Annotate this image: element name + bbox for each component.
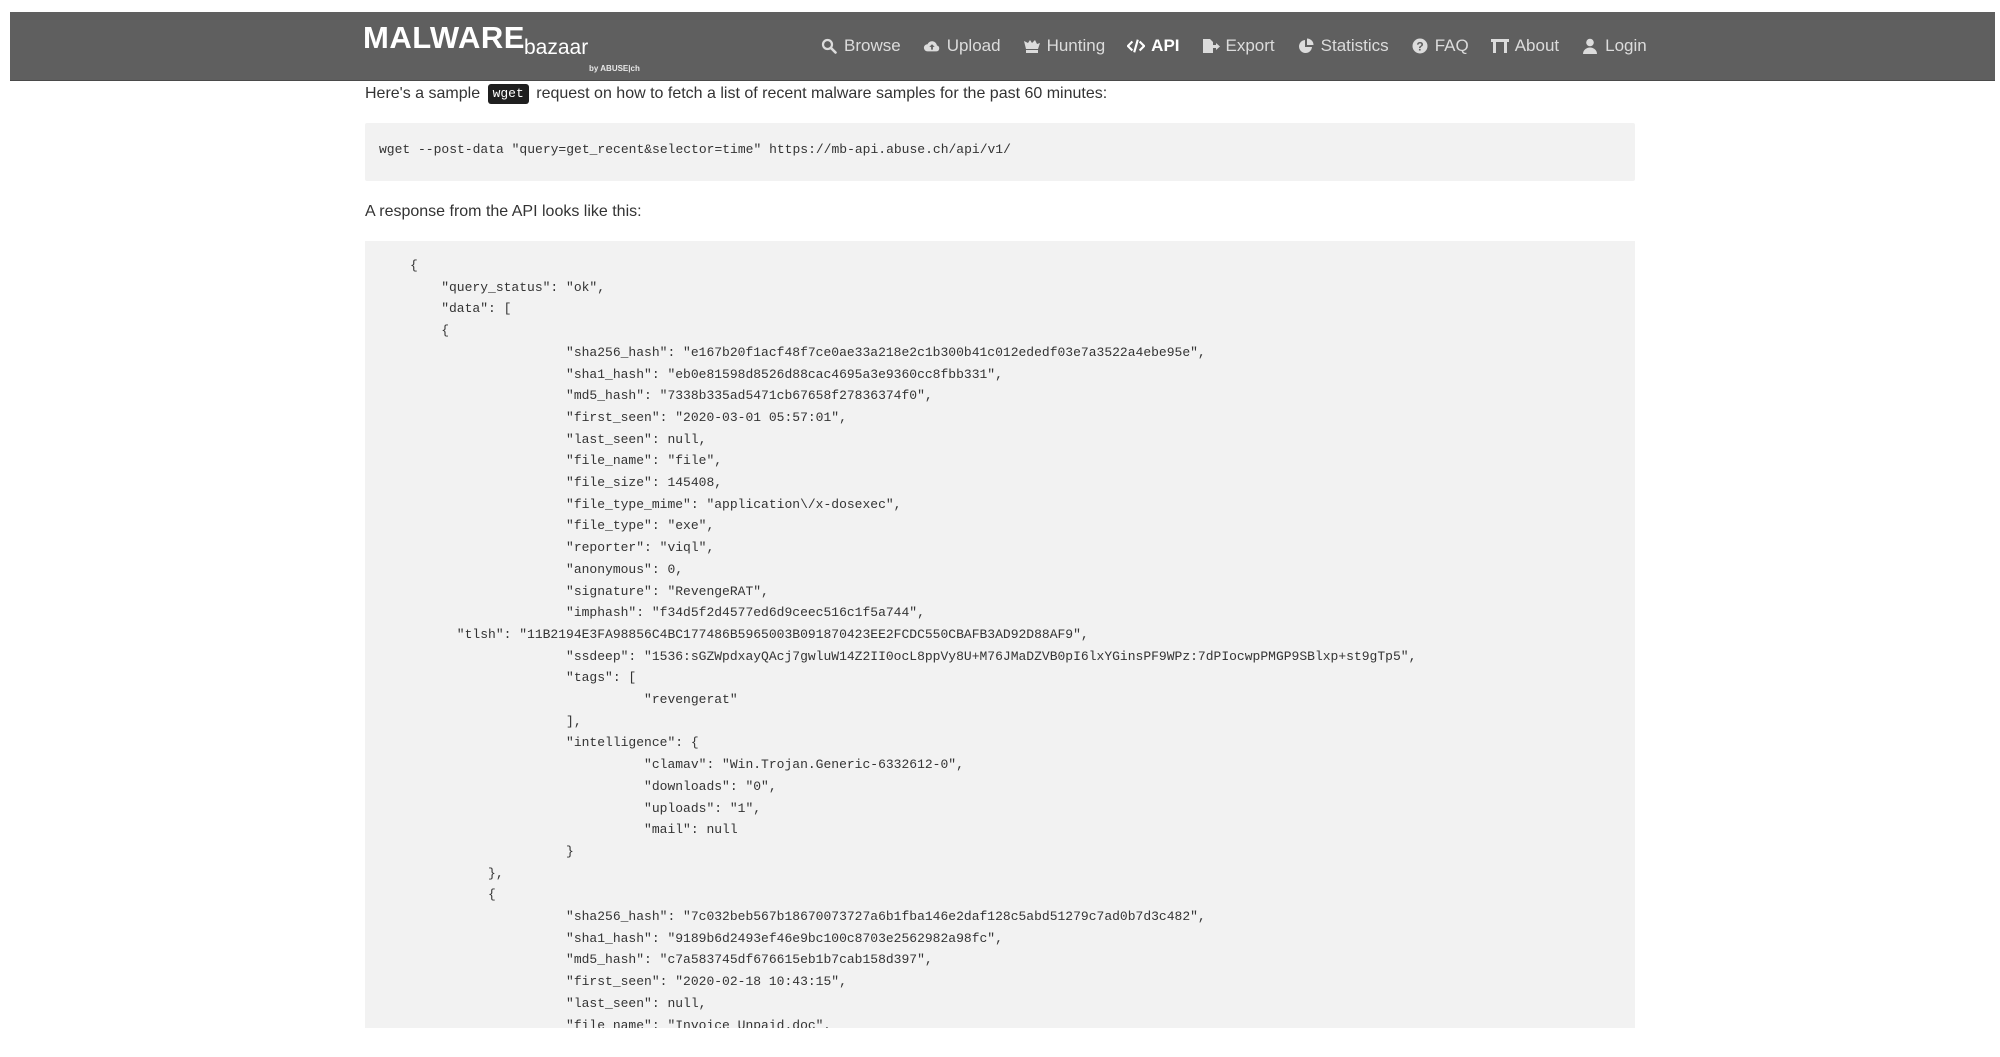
nav-label: About	[1514, 36, 1560, 55]
response-label: A response from the API looks like this:	[365, 203, 642, 220]
nav-item-statistics[interactable]: Statistics	[1297, 36, 1389, 56]
json-code-line: "downloads": "0",	[410, 778, 777, 794]
json-code-line: "signature": "RevengeRAT",	[410, 583, 769, 599]
json-response-code-block[interactable]: { "query_status": "ok", "data": [ { "sha…	[365, 241, 1635, 1028]
top-navbar: MALWARE bazaar by ABUSE|ch Browse Upload	[10, 12, 1995, 81]
json-code-line: ],	[410, 713, 582, 729]
json-code-line: "intelligence": {	[410, 735, 699, 751]
json-code-line: "file_type": "exe",	[410, 518, 715, 534]
json-code-line: }	[410, 843, 574, 859]
json-code-line: "sha1_hash": "9189b6d2493ef46e9bc100c870…	[410, 930, 1003, 946]
json-code-line: "file_size": 145408,	[410, 475, 723, 490]
nav-item-browse[interactable]: Browse	[820, 36, 901, 56]
nav-item-export[interactable]: Export	[1202, 36, 1275, 56]
nav-item-upload[interactable]: Upload	[923, 36, 1001, 56]
nav-item-login[interactable]: Login	[1581, 36, 1647, 56]
building-icon	[1490, 37, 1509, 55]
user-icon	[1581, 37, 1599, 55]
nav-item-faq[interactable]: ? FAQ	[1411, 36, 1469, 56]
brand-sub-text: bazaar	[524, 36, 589, 59]
json-code-line: {	[410, 258, 418, 273]
json-code-line: "revengerat"	[410, 692, 738, 707]
pie-chart-icon	[1297, 37, 1315, 55]
json-code-line: "data": [	[410, 301, 512, 317]
json-code-line: "sha256_hash": "7c032beb567b18670073727a…	[410, 909, 1206, 924]
question-circle-icon: ?	[1411, 37, 1429, 55]
json-code-line: "md5_hash": "7338b335ad5471cb67658f27836…	[410, 388, 933, 404]
hunting-icon	[1023, 37, 1041, 55]
json-code-line: "last_seen": null,	[410, 995, 707, 1011]
nav-label: API	[1151, 36, 1180, 55]
nav-label: Hunting	[1046, 36, 1106, 55]
nav-label: Statistics	[1320, 36, 1389, 55]
json-code-line: "last_seen": null,	[410, 431, 707, 447]
json-code-line: "file_name": "file",	[410, 453, 723, 469]
intro-prefix-text: Here's a sample	[365, 85, 481, 102]
nav-item-api[interactable]: API	[1127, 36, 1180, 56]
json-code-line: "tags": [	[410, 670, 637, 686]
intro-suffix-text: request on how to fetch a list of recent…	[536, 85, 1108, 102]
nav-label: Login	[1605, 36, 1647, 55]
command-text: wget --post-data "query=get_recent&selec…	[379, 142, 1011, 157]
json-code-line: "first_seen": "2020-03-01 05:57:01",	[410, 409, 847, 425]
json-code-line: "ssdeep": "1536:sGZWpdxayQAcj7gwluW14Z2I…	[410, 648, 1417, 664]
json-code-line: "clamav": "Win.Trojan.Generic-6332612-0"…	[410, 757, 964, 773]
json-code-line: "tlsh": "11B2194E3FA98856C4BC177486B5965…	[410, 626, 1089, 642]
json-code-line: "file_name": "Invoice_Unpaid.doc",	[410, 1017, 832, 1029]
cloud-upload-icon	[923, 37, 941, 55]
json-code-line: "query_status": "ok",	[410, 279, 606, 295]
intro-paragraph: Here's a sample wget request on how to f…	[365, 82, 1107, 106]
search-icon	[820, 37, 838, 55]
nav-label: Browse	[844, 36, 901, 55]
json-code-line: "sha1_hash": "eb0e81598d8526d88cac4695a3…	[410, 366, 1003, 382]
file-export-icon	[1202, 37, 1220, 55]
json-code-line: "reporter": "viql",	[410, 540, 715, 556]
brand-main-text: MALWARE	[363, 20, 525, 55]
json-code-line: "anonymous": 0,	[410, 561, 684, 577]
code-icon	[1127, 37, 1146, 55]
json-code-line: },	[410, 865, 504, 881]
json-code-line: {	[410, 887, 496, 903]
nav-label: Upload	[946, 36, 1001, 55]
json-code-line: "md5_hash": "c7a583745df676615eb1b7cab15…	[410, 952, 933, 968]
json-code-line: "uploads": "1",	[410, 800, 762, 816]
json-code-line: {	[410, 323, 450, 339]
nav-item-about[interactable]: About	[1490, 36, 1560, 56]
inline-code-wget: wget	[487, 84, 529, 104]
page: MALWARE bazaar by ABUSE|ch Browse Upload	[0, 0, 2000, 1057]
json-code-line: "file_type_mime": "application\/x-dosexe…	[410, 496, 902, 512]
nav-item-hunting[interactable]: Hunting	[1023, 36, 1106, 56]
json-code-line: "mail": null	[410, 822, 738, 838]
json-code-line: "imphash": "f34d5f2d4577ed6d9ceec516c1f5…	[410, 605, 925, 621]
json-code-line: "sha256_hash": "e167b20f1acf48f7ce0ae33a…	[410, 344, 1206, 360]
main-nav: Browse Upload Hunting API Export Statist…	[820, 12, 1647, 80]
nav-label: Export	[1225, 36, 1275, 55]
json-code-line: "first_seen": "2020-02-18 10:43:15",	[410, 974, 847, 990]
nav-label: FAQ	[1434, 36, 1469, 55]
site-logo[interactable]: MALWARE bazaar by ABUSE|ch	[363, 20, 653, 76]
brand-by-text: by ABUSE|ch	[589, 64, 640, 73]
command-code-block[interactable]: wget --post-data "query=get_recent&selec…	[365, 123, 1635, 181]
svg-text:?: ?	[1416, 40, 1423, 54]
